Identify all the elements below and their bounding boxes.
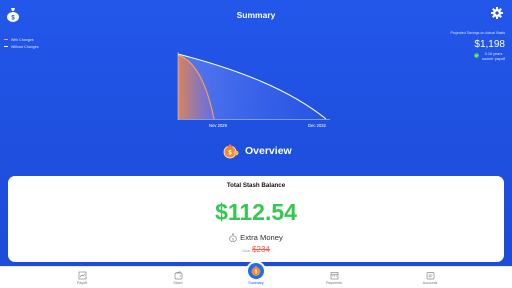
svg-text:$: $ xyxy=(232,237,234,241)
nav-item-accounts[interactable]: Accounts xyxy=(410,271,450,285)
nav-item-stash[interactable]: Stash xyxy=(158,271,198,285)
projection-note: 3.16 years sooner payoff xyxy=(425,52,505,61)
calendar-icon xyxy=(330,272,338,280)
overview-heading: $ Overview xyxy=(222,143,292,159)
check-icon xyxy=(474,53,480,58)
overview-title: Overview xyxy=(245,145,292,157)
payoff-icon xyxy=(78,271,86,280)
x-label-end: Dec 2032 xyxy=(308,123,326,128)
extra-money-row: $ Extra Money xyxy=(8,233,504,242)
svg-text:$: $ xyxy=(255,270,258,276)
accounts-icon xyxy=(426,272,434,280)
nav-label: Summary xyxy=(248,281,264,285)
projection-note-text: 3.16 years sooner payoff xyxy=(482,52,505,61)
nav-label: Accounts xyxy=(422,281,438,285)
nav-item-payoff[interactable]: Payoff xyxy=(62,271,102,285)
total-balance: $112.54 xyxy=(215,199,297,225)
projection-note-line2: sooner payoff xyxy=(482,56,505,61)
goal-label: Goal xyxy=(242,249,251,253)
projection-panel: Projected Savings on Actual Basis $1,198… xyxy=(425,31,505,61)
projection-amount: $1,198 xyxy=(474,39,505,50)
card-title: Total Stash Balance xyxy=(226,182,286,189)
nav-item-payments[interactable]: Payments xyxy=(314,271,354,285)
goal-row: Goal $234 xyxy=(8,245,504,254)
x-label-start: Nov 2029 xyxy=(209,123,227,128)
coin-bag-icon: $ xyxy=(251,265,261,276)
overview-icon: $ xyxy=(223,144,239,159)
nav-label: Payoff xyxy=(76,281,88,285)
stash-balance-card: Total Stash Balance $112.54 $ Extra Mone… xyxy=(8,176,504,262)
nav-label: Stash xyxy=(173,281,183,285)
nav-label: Payments xyxy=(326,281,342,285)
projection-label: Projected Savings on Actual Basis xyxy=(450,31,505,35)
goal-value: $234 xyxy=(252,245,270,254)
money-bag-icon: $ xyxy=(229,233,237,242)
extra-money-label: Extra Money xyxy=(240,233,283,242)
summary-tab-badge[interactable]: $ xyxy=(246,261,266,281)
wallet-icon xyxy=(174,271,182,280)
payoff-chart xyxy=(177,52,330,120)
